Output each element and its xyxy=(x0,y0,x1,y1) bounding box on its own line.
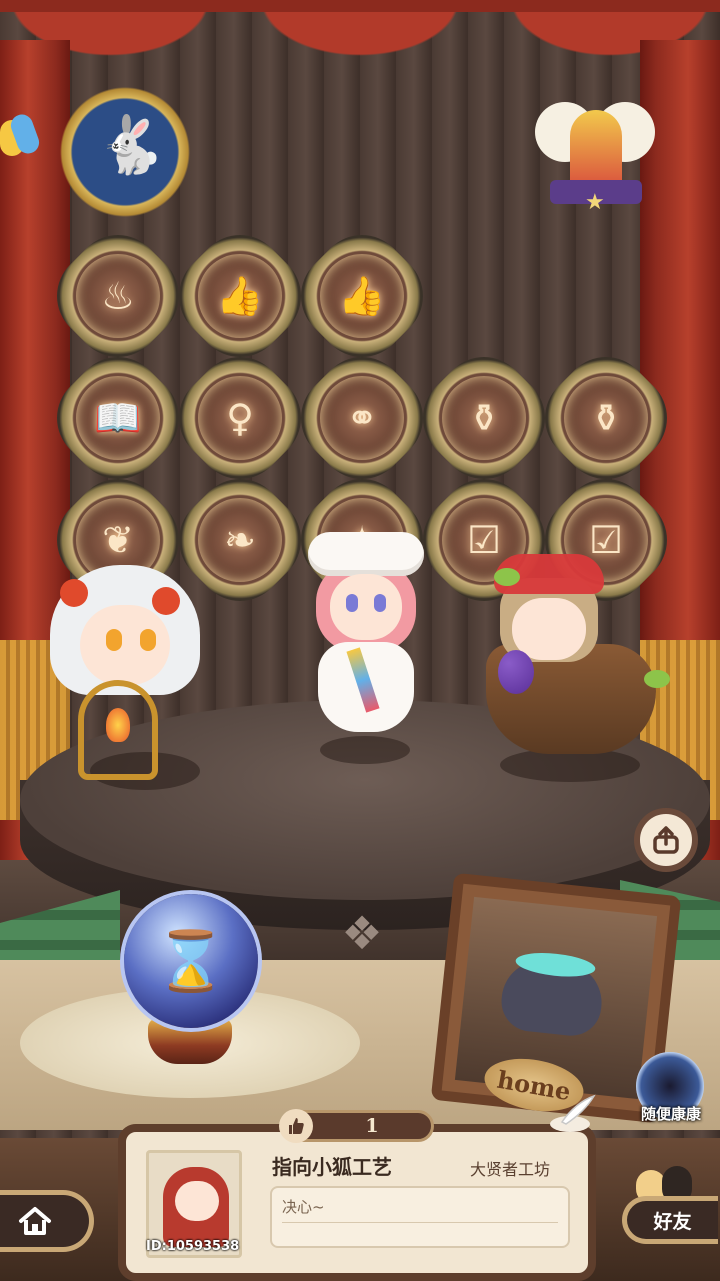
motto-text: 决心~ xyxy=(282,1198,325,1216)
friends-button[interactable]: 好友 xyxy=(622,1196,718,1244)
home-button[interactable] xyxy=(0,1190,94,1252)
thumbs-up-icon[interactable] xyxy=(279,1109,313,1143)
game-stage: 🐇 ★ ♨ 👍 👍 📖 ♀ ⚭ ⚱ ⚱ ❦ ❧ ✦ ☑ ☑ ❖ xyxy=(0,0,720,1281)
player-name: 指向小狐工艺 xyxy=(272,1155,392,1179)
book-badge-icon[interactable]: 📖 xyxy=(38,338,198,498)
thumbs-up-badge-icon[interactable]: 👍 xyxy=(160,216,320,376)
hourglass-icon: ⌛ xyxy=(154,926,228,995)
likes-counter[interactable]: 1 xyxy=(279,1109,434,1143)
share-icon xyxy=(653,826,679,854)
motto-box: 决心~ xyxy=(270,1186,570,1248)
hourglass-orb-button[interactable]: ⌛ xyxy=(124,894,258,1028)
rabbit-emblem-icon[interactable]: 🐇 xyxy=(60,82,190,222)
curtain-trim xyxy=(0,0,720,12)
random-visit-label[interactable]: 随便康康 xyxy=(626,1103,716,1124)
motto-divider xyxy=(282,1222,558,1223)
friends-label: 好友 xyxy=(653,1210,692,1233)
thumbs-up-laurel-badge-icon[interactable]: 👍 xyxy=(282,216,442,376)
app-logo-icon xyxy=(0,110,46,170)
likes-count: 1 xyxy=(365,1115,379,1137)
stage-ornament-icon: ❖ xyxy=(341,906,383,960)
quill-icon[interactable] xyxy=(548,1092,598,1134)
cauldron-badge-icon[interactable]: ⚱ xyxy=(404,338,564,498)
twin-fairies-badge-icon[interactable]: ⚭ xyxy=(282,338,442,498)
lantern-icon xyxy=(78,680,158,780)
red-hood-character[interactable] xyxy=(486,554,670,754)
fairy-badge-icon[interactable]: ♀ xyxy=(160,338,320,498)
player-id: ID:10593538 xyxy=(146,1239,240,1254)
pot-badge-icon[interactable]: ♨ xyxy=(38,216,198,376)
house-icon xyxy=(19,1207,51,1235)
cauldron-badge-icon[interactable]: ⚱ xyxy=(526,338,686,498)
pink-hair-character[interactable] xyxy=(308,532,428,742)
trophy-emblem-icon[interactable]: ★ xyxy=(535,92,655,222)
share-button[interactable] xyxy=(634,808,698,872)
workshop-title: 大贤者工坊 xyxy=(470,1160,551,1179)
